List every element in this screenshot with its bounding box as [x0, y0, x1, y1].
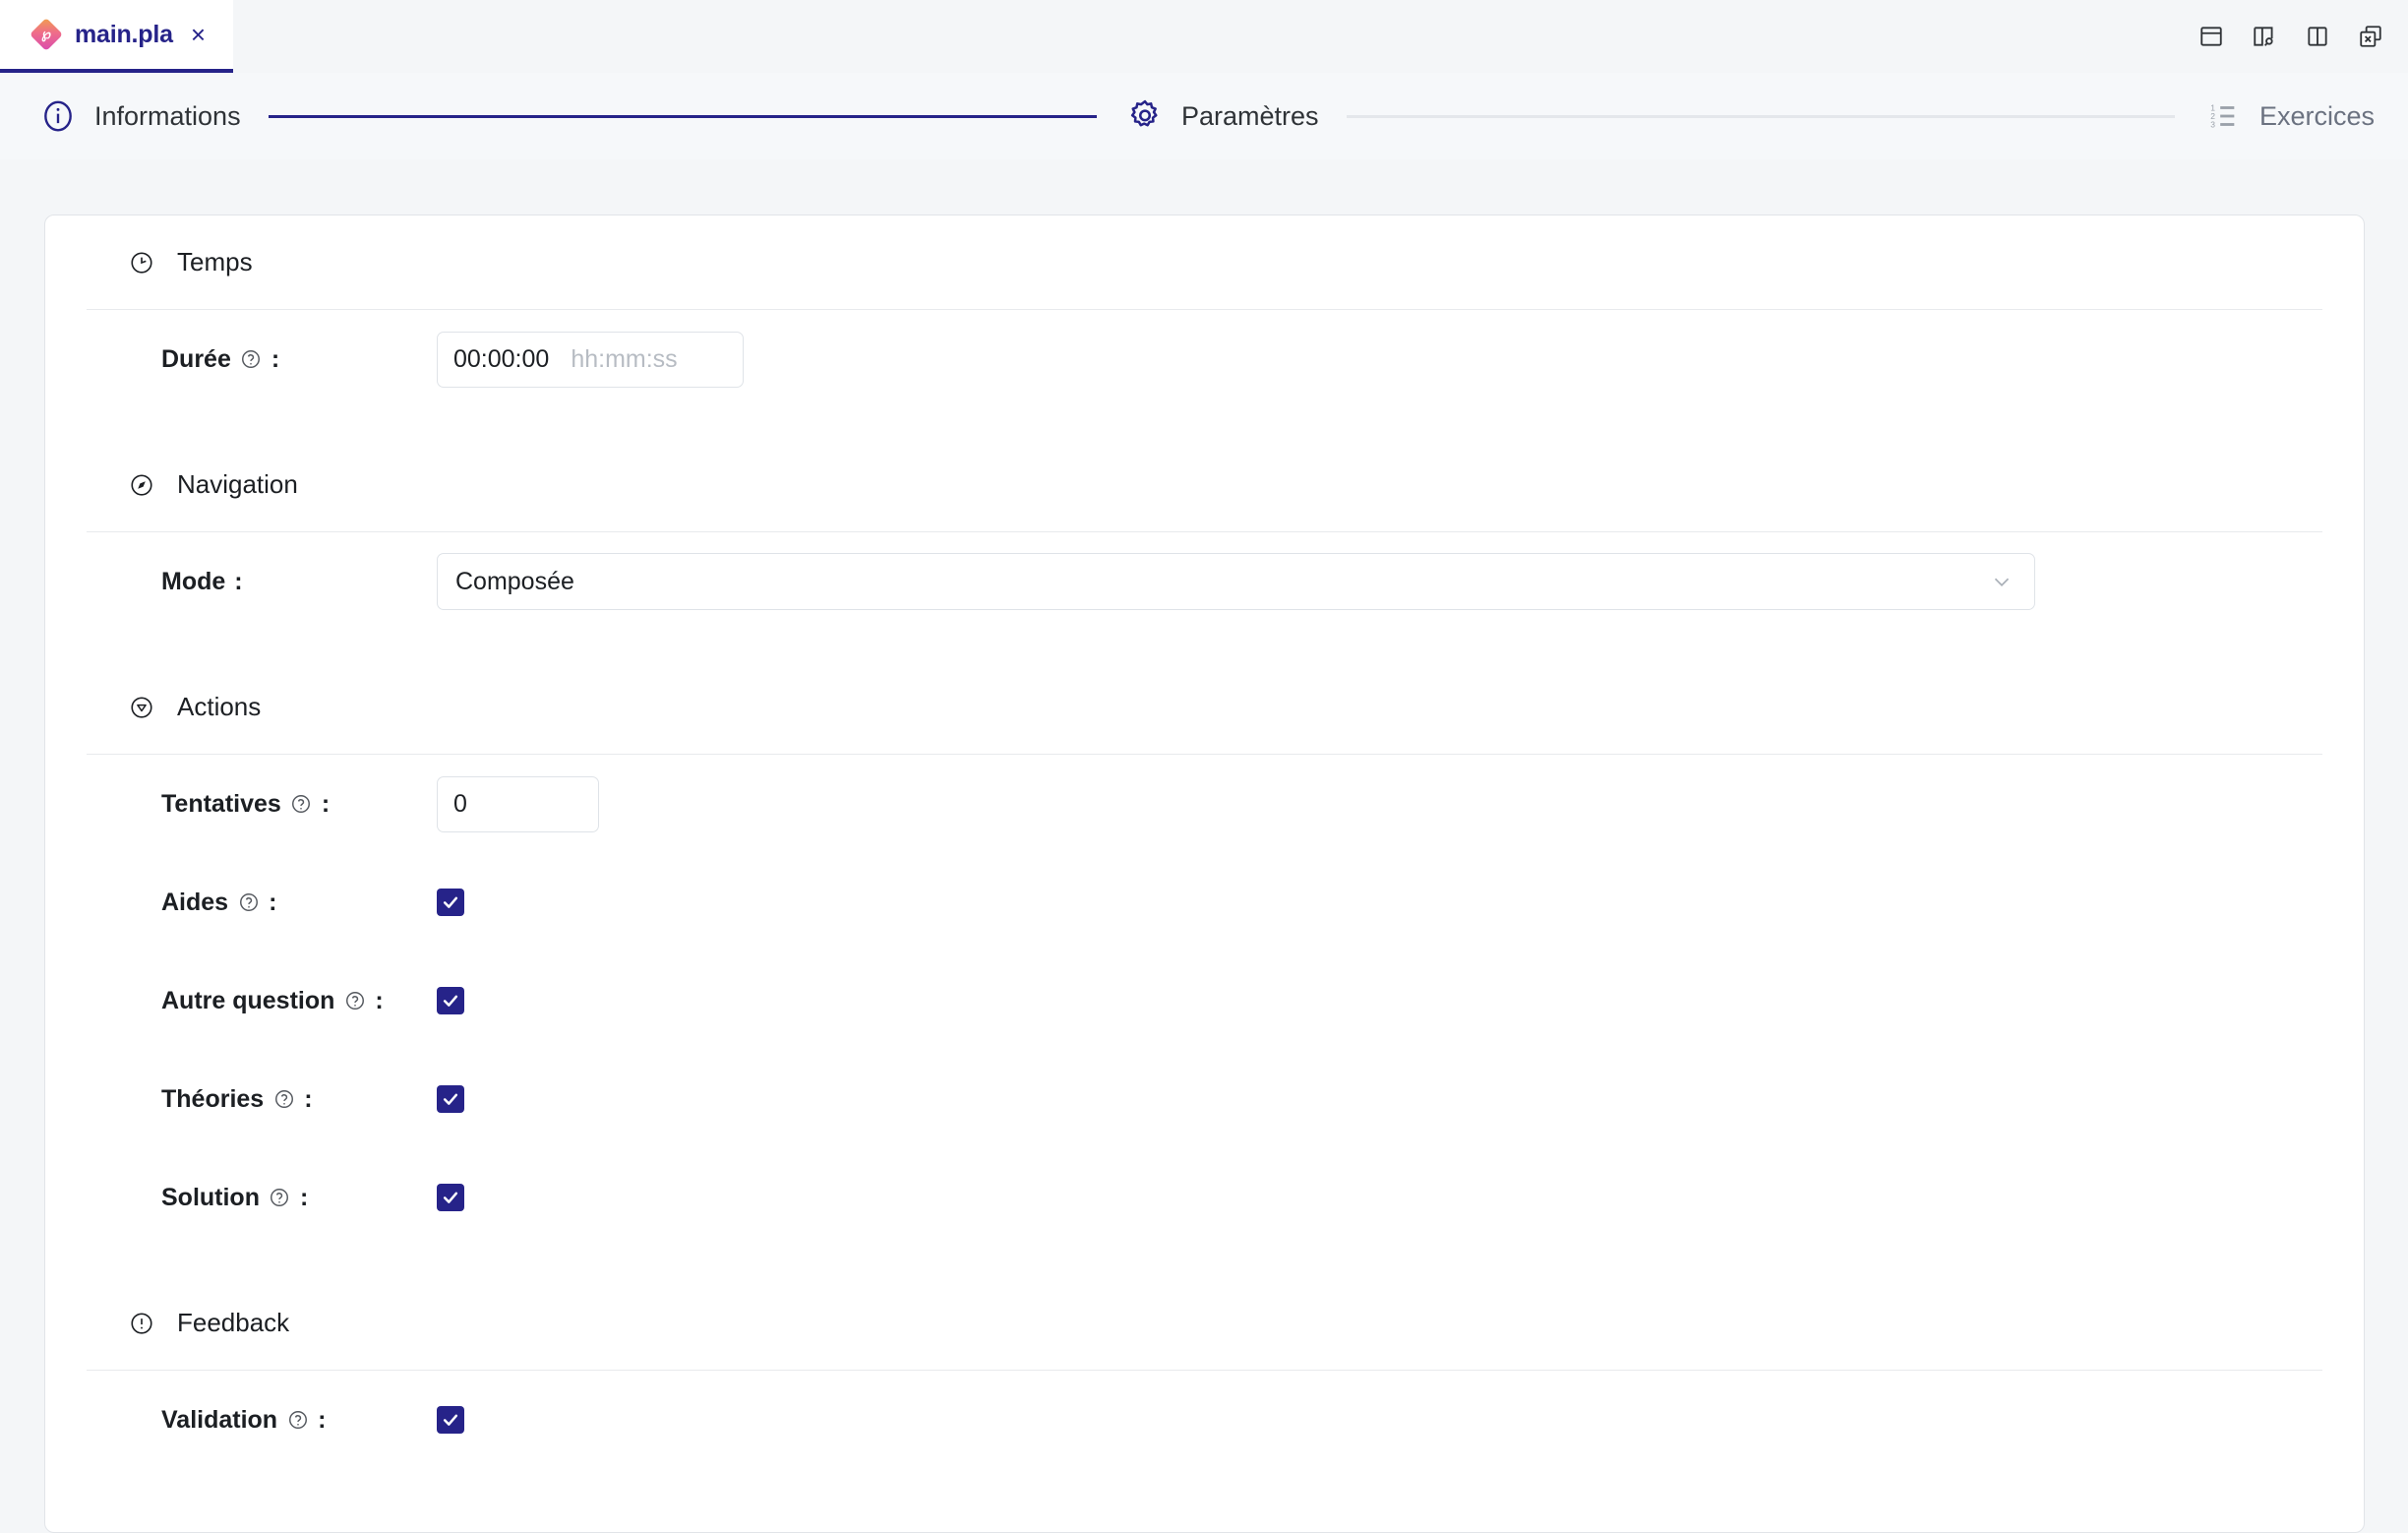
spacer-after-actions [45, 1247, 2364, 1276]
file-type-logo-icon: ℘ [30, 18, 63, 51]
editor-tab-main-pla[interactable]: ℘ main.pla × [0, 0, 234, 73]
section-header-temps: Temps [87, 215, 2322, 310]
tab-bar-spacer [233, 0, 2196, 73]
row-tentatives: Tentatives : 0 [45, 755, 2364, 853]
tab-bar: ℘ main.pla × [0, 0, 2408, 73]
row-duree: Durée : 00:00:00 hh:mm:ss [45, 310, 2364, 408]
step-label-informations: Informations [94, 100, 241, 131]
window-tools [2196, 0, 2408, 73]
colon-autre-question: : [375, 986, 384, 1014]
section-header-navigation: Navigation [87, 438, 2322, 532]
compass-icon [128, 471, 155, 499]
label-theories: Théories : [161, 1085, 437, 1114]
duree-input[interactable]: 00:00:00 hh:mm:ss [437, 331, 744, 388]
colon-mode: : [234, 567, 243, 595]
label-autre-question: Autre question : [161, 987, 437, 1015]
step-parametres[interactable]: Paramètres [1124, 95, 1319, 137]
wizard-stepper: Informations Paramètres 1 2 3 Exercices [0, 73, 2408, 159]
stepper-connector-1 [268, 114, 1097, 118]
step-informations[interactable]: Informations [37, 95, 241, 137]
help-circle-icon[interactable] [272, 1088, 295, 1111]
label-text-theories: Théories [161, 1084, 265, 1113]
label-text-solution: Solution [161, 1183, 260, 1211]
layout-vertical-split-icon[interactable] [2302, 21, 2333, 52]
row-validation: Validation : [45, 1371, 2364, 1469]
tentatives-value: 0 [453, 789, 467, 818]
label-text-duree: Durée [161, 344, 231, 373]
layout-horizontal-split-icon[interactable] [2196, 21, 2227, 52]
section-title-feedback: Feedback [177, 1308, 290, 1337]
solution-checkbox[interactable] [437, 1184, 464, 1211]
tentatives-input[interactable]: 0 [437, 775, 599, 832]
close-icon[interactable]: × [191, 22, 206, 47]
label-tentatives: Tentatives : [161, 790, 437, 819]
stepper-connector-2 [1346, 114, 2175, 118]
settings-card: Temps Durée : 00:00:00 hh:mm:ss Navigati… [44, 215, 2365, 1533]
clock-icon [128, 249, 155, 276]
help-circle-icon[interactable] [240, 348, 263, 371]
label-text-validation: Validation [161, 1405, 278, 1434]
label-text-autre-question: Autre question [161, 986, 335, 1014]
help-circle-icon[interactable] [343, 990, 366, 1012]
row-aides: Aides : [45, 853, 2364, 951]
info-circle-icon [37, 95, 79, 137]
tab-title: main.pla [75, 20, 173, 48]
section-title-temps: Temps [177, 247, 253, 276]
aides-checkbox[interactable] [437, 889, 464, 916]
colon-aides: : [269, 888, 277, 916]
help-circle-icon[interactable] [269, 1187, 291, 1209]
detach-close-panel-icon[interactable] [2355, 21, 2386, 52]
theories-checkbox[interactable] [437, 1085, 464, 1113]
label-aides: Aides : [161, 889, 437, 917]
row-autre-question: Autre question : [45, 951, 2364, 1050]
autre-question-checkbox[interactable] [437, 987, 464, 1014]
step-label-exercices: Exercices [2258, 100, 2376, 131]
chevron-down-icon[interactable] [1989, 569, 2015, 594]
row-mode: Mode : Composée [45, 532, 2364, 631]
step-exercices[interactable]: 1 2 3 Exercices [2202, 95, 2375, 137]
label-text-tentatives: Tentatives [161, 789, 281, 818]
caret-down-circle-icon [128, 694, 155, 721]
label-text-mode: Mode [161, 567, 226, 595]
ordered-list-icon: 1 2 3 [2202, 95, 2244, 137]
label-text-aides: Aides [161, 888, 229, 916]
colon-solution: : [299, 1183, 309, 1211]
colon-validation: : [318, 1405, 327, 1434]
label-mode: Mode : [161, 568, 437, 596]
spacer-after-navigation [45, 631, 2364, 660]
file-type-logo-glyph: ℘ [41, 27, 51, 42]
label-solution: Solution : [161, 1184, 437, 1212]
svg-text:3: 3 [2210, 119, 2215, 129]
section-title-navigation: Navigation [177, 469, 298, 499]
help-circle-icon[interactable] [237, 891, 260, 914]
step-label-parametres: Paramètres [1181, 100, 1319, 131]
label-validation: Validation : [161, 1406, 437, 1435]
alert-circle-icon [128, 1310, 155, 1337]
colon-theories: : [304, 1084, 313, 1113]
help-circle-icon[interactable] [290, 793, 313, 816]
row-solution: Solution : [45, 1148, 2364, 1247]
panel-inspect-icon[interactable] [2249, 21, 2280, 52]
section-header-actions: Actions [87, 660, 2322, 755]
label-duree: Durée : [161, 345, 437, 374]
gear-icon [1124, 95, 1166, 137]
duree-placeholder: hh:mm:ss [571, 344, 678, 373]
section-title-actions: Actions [177, 692, 262, 721]
mode-selected-value: Composée [455, 567, 574, 595]
colon-tentatives: : [321, 789, 331, 818]
duree-value: 00:00:00 [453, 344, 550, 373]
colon-duree: : [271, 344, 280, 373]
spacer-after-temps [45, 408, 2364, 438]
mode-select[interactable]: Composée [437, 553, 2035, 610]
section-header-feedback: Feedback [87, 1276, 2322, 1371]
row-theories: Théories : [45, 1050, 2364, 1148]
validation-checkbox[interactable] [437, 1406, 464, 1434]
help-circle-icon[interactable] [286, 1409, 309, 1432]
